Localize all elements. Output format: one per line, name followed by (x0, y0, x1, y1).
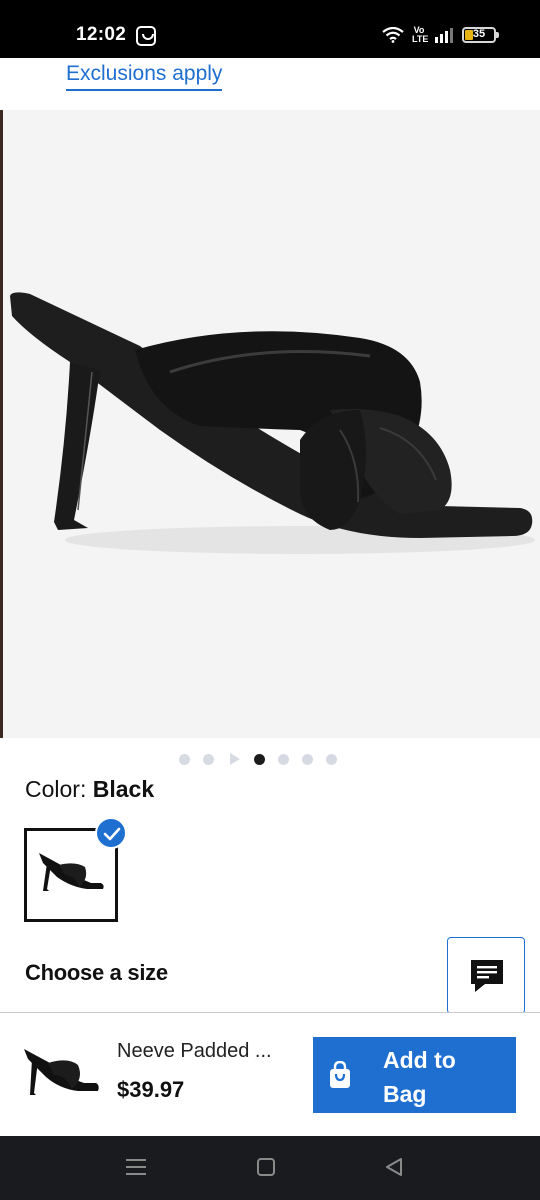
chat-button[interactable] (447, 937, 525, 1014)
pagination-dot[interactable] (179, 754, 190, 765)
add-to-bag-label: Add to Bag (383, 1047, 456, 1107)
back-icon[interactable] (384, 1156, 404, 1178)
product-image-gallery[interactable] (0, 110, 540, 738)
pagination-dot[interactable] (326, 754, 337, 765)
pagination-dot-active[interactable] (254, 754, 265, 765)
battery-icon: 35 (462, 27, 499, 43)
status-bar: 12:02 Vo LTE 35 (0, 0, 540, 58)
gallery-pagination (0, 752, 540, 766)
exclusions-link[interactable]: Exclusions apply (66, 62, 223, 91)
notification-face-icon (136, 26, 156, 46)
shopping-bag-icon (330, 1061, 350, 1088)
product-image-black-sandal (10, 292, 535, 554)
color-label-prefix: Color: (25, 776, 87, 802)
swatch-sandal-thumbnail (39, 853, 104, 891)
video-play-icon[interactable] (230, 753, 240, 765)
pagination-dot[interactable] (302, 754, 313, 765)
system-navigation-bar (0, 1136, 540, 1200)
wifi-icon (382, 27, 404, 43)
pagination-dot[interactable] (203, 754, 214, 765)
pagination-dot[interactable] (278, 754, 289, 765)
recent-apps-icon[interactable] (126, 1156, 146, 1178)
signal-icon (434, 27, 454, 43)
color-label: Color: Black (25, 776, 154, 803)
color-value: Black (92, 776, 155, 802)
choose-size-heading: Choose a size (25, 960, 168, 985)
product-thumbnail (24, 1049, 99, 1095)
product-price: $39.97 (117, 1077, 185, 1102)
volte-indicator: Vo LTE (412, 25, 429, 44)
product-name: Neeve Padded ... (117, 1040, 272, 1062)
status-indicators: Vo LTE 35 (382, 25, 499, 44)
selected-check-icon (95, 817, 127, 849)
sticky-add-to-bag-bar: Neeve Padded ... $39.97 Add to Bag (0, 1012, 540, 1136)
home-icon[interactable] (256, 1156, 276, 1178)
add-to-bag-button[interactable]: Add to Bag (313, 1037, 516, 1113)
chat-icon (471, 960, 503, 992)
status-time: 12:02 (76, 24, 127, 45)
battery-level: 35 (472, 28, 486, 40)
